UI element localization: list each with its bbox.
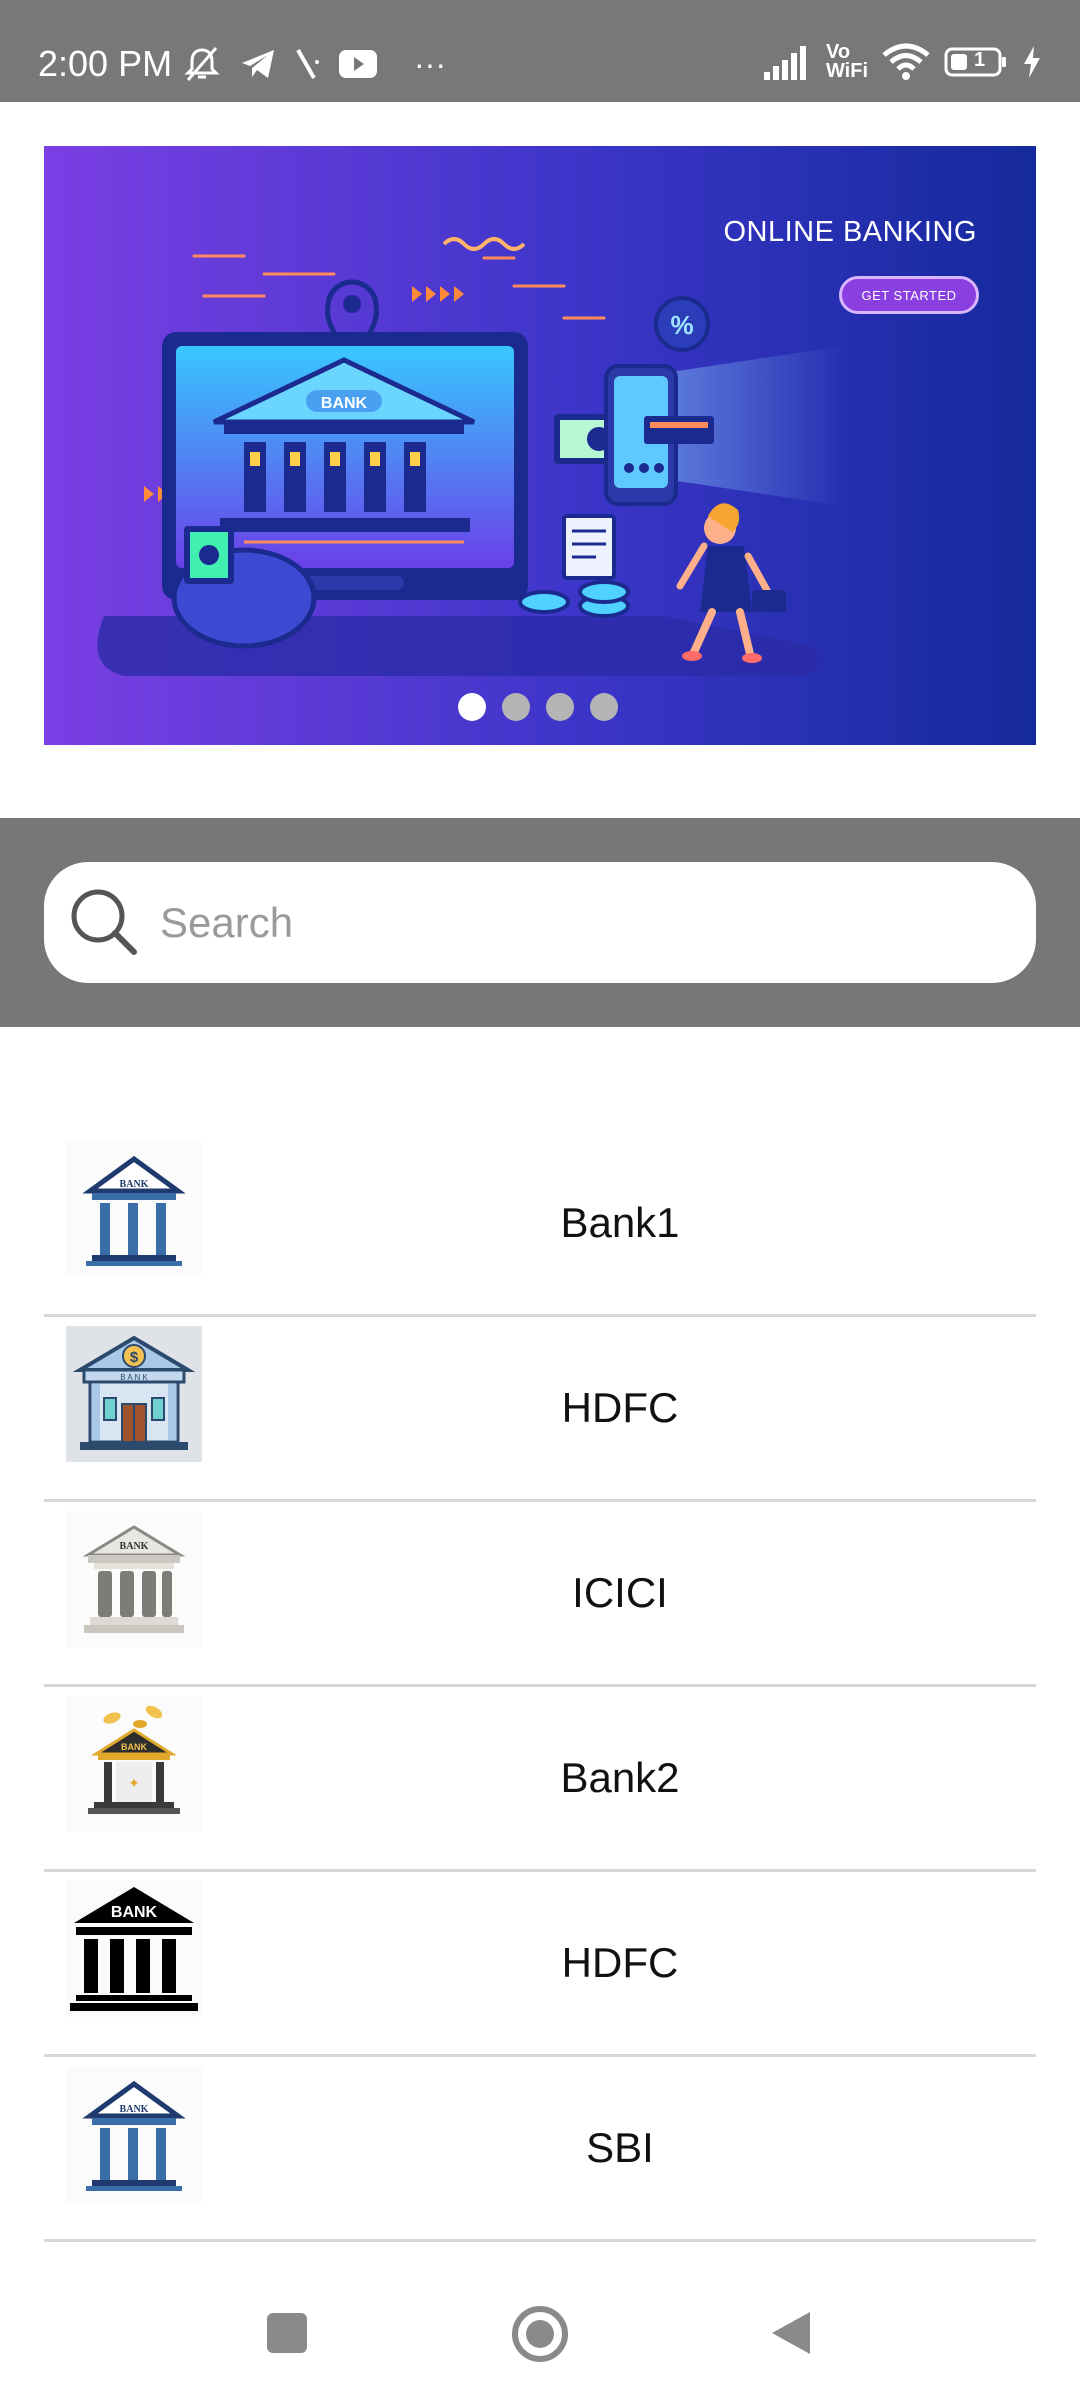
bank-name: ICICI (572, 1569, 668, 1616)
recents-square-icon[interactable] (262, 2308, 312, 2358)
svg-text:BANK: BANK (120, 1541, 149, 1552)
carousel-indicators (458, 693, 618, 721)
percent-badge-text: % (670, 310, 693, 340)
youtube-icon (339, 50, 377, 78)
carousel-dot-2[interactable] (502, 693, 530, 721)
bank-gray-pillars-icon: BANK (66, 1511, 202, 1647)
search-icon (71, 889, 137, 955)
list-item[interactable]: BANK HDFC (44, 1872, 1036, 2057)
svg-text:BANK: BANK (120, 2104, 149, 2115)
system-icons: Vo WiFi 1 (762, 40, 1042, 84)
search-bar-container (0, 818, 1080, 1027)
bank-black-icon: BANK (66, 1881, 202, 2017)
list-item[interactable]: BANK ICICI (44, 1502, 1036, 1687)
bank-classic-blue-icon: BANK (66, 1141, 202, 1277)
list-item[interactable]: BANK SBI (44, 2057, 1036, 2242)
banner-bank-sign: BANK (321, 395, 368, 412)
bank-name: Bank1 (560, 1199, 680, 1246)
bank-dollar-building-icon: $ B A N K (66, 1326, 202, 1462)
bell-off-icon (184, 47, 220, 81)
charging-icon (1024, 46, 1040, 78)
list-item[interactable]: $ B A N K HDFC (44, 1317, 1036, 1502)
back-triangle-icon[interactable] (766, 2308, 816, 2358)
notification-icons: ··· (182, 42, 446, 86)
more-notifications-icon: ··· (414, 45, 446, 82)
svg-text:BANK: BANK (121, 1742, 147, 1752)
carousel-dot-1[interactable] (458, 693, 486, 721)
battery-icon: 1 (944, 46, 1008, 78)
bank-list: BANK Bank1 $ B A N K HDFC BANK ICICI BAN… (44, 1132, 1036, 2242)
bank-classic-blue-icon: BANK (66, 2066, 202, 2202)
svg-text:$: $ (130, 1349, 139, 1366)
get-started-button[interactable]: GET STARTED (839, 276, 979, 314)
status-time: 2:00 PM (38, 43, 173, 84)
status-bar: 2:00 PM ··· Vo WiFi 1 (0, 0, 1080, 102)
carousel-dot-4[interactable] (590, 693, 618, 721)
search-input[interactable] (160, 862, 1000, 983)
list-item[interactable]: BANK Bank1 (44, 1132, 1036, 1317)
wifi-icon (882, 43, 930, 80)
svg-text:BANK: BANK (120, 1179, 149, 1190)
signal-icon (763, 46, 806, 80)
bank-name: HDFC (561, 1939, 679, 1986)
home-circle-icon[interactable] (510, 2304, 570, 2364)
slash-app-icon (296, 49, 319, 79)
bank-gold-coins-icon: BANK ✦ (66, 1696, 202, 1832)
list-item[interactable]: BANK ✦ Bank2 (44, 1687, 1036, 1872)
battery-level: 1 (974, 49, 986, 71)
banner-title: ONLINE BANKING (723, 216, 977, 248)
carousel-dot-3[interactable] (546, 693, 574, 721)
svg-text:✦: ✦ (128, 1775, 140, 1791)
bank-name: HDFC (561, 1384, 679, 1431)
telegram-icon (242, 50, 274, 78)
svg-text:BANK: BANK (111, 1904, 158, 1921)
vowifi-indicator: Vo WiFi (825, 41, 868, 82)
bank-name: SBI (586, 2124, 654, 2171)
promo-banner[interactable]: % BANK ONLINE BANKING GET STARTED (44, 146, 1036, 745)
system-nav-bar (0, 2280, 1080, 2400)
bank-name: Bank2 (560, 1754, 680, 1801)
search-box[interactable] (44, 862, 1036, 983)
